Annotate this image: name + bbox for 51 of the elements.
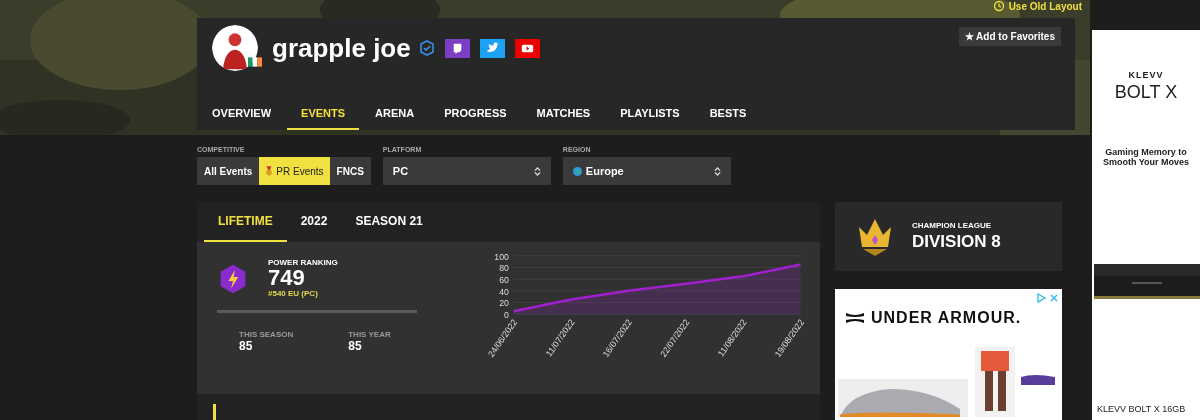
player-name: grapple joe (272, 32, 411, 64)
axis-label: 40 (499, 286, 509, 297)
history-icon (992, 0, 1005, 12)
platform-select[interactable]: PC (382, 157, 551, 185)
axis-label: 80 (499, 263, 509, 274)
power-ranking-value: 749 (268, 267, 306, 289)
play-icon[interactable] (514, 38, 540, 58)
period-tab[interactable]: SEASON 21 (341, 202, 437, 242)
lightning-hexagon-icon (220, 264, 246, 294)
use-old-layout-link[interactable]: Use Old Layout (992, 0, 1082, 12)
stat-value: 85 (348, 339, 363, 353)
sort-arrows-icon (533, 165, 541, 177)
event-filter-button[interactable]: PR Events (259, 157, 330, 185)
axis-label: 60 (499, 275, 509, 286)
region-select[interactable]: Europe (562, 157, 731, 185)
event-filter-button[interactable]: All Events (197, 157, 260, 185)
league-label: CHAMPION LEAGUE (912, 221, 993, 230)
tagline: Gaming Memory to (1105, 147, 1187, 157)
brand-name: KLEVV (1128, 70, 1164, 80)
brand-name: UNDER ARMOUR. (871, 309, 1022, 327)
stat-label: THIS SEASON (239, 330, 294, 339)
verified-icon (418, 40, 435, 56)
stat-label: THIS YEAR (348, 330, 391, 339)
period-tab[interactable]: 2022 (286, 202, 342, 242)
stat-value: 85 (239, 339, 254, 353)
flag-icon (248, 57, 262, 67)
rank-text: #540 EU (PC) (268, 289, 319, 298)
sort-arrows-icon (713, 165, 721, 177)
axis-label: 0 (504, 310, 509, 321)
nav-tab[interactable]: OVERVIEW (212, 99, 272, 130)
avatar (212, 25, 258, 71)
product-caption: KLEVV BOLT X 16GB (1097, 404, 1186, 414)
event-filter-button[interactable]: FNCS (329, 157, 371, 185)
bird-icon[interactable] (479, 38, 505, 58)
axis-label: 100 (494, 251, 509, 262)
nav-tab[interactable]: PLAYLISTS (620, 99, 680, 130)
nav-tab[interactable]: PROGRESS (444, 99, 507, 130)
add-to-favorites-button[interactable]: ★ Add to Favorites (958, 27, 1061, 46)
power-ranking-label: POWER RANKING (268, 258, 338, 267)
medal-icon (265, 166, 274, 176)
product-name: BOLT X (1114, 82, 1178, 103)
twitch-icon[interactable] (444, 38, 470, 58)
nav-tab[interactable]: ARENA (375, 99, 415, 130)
globe-icon (572, 166, 582, 176)
nav-tab[interactable]: BESTS (709, 99, 747, 130)
brand-logo-icon (845, 312, 865, 324)
axis-label: 20 (499, 298, 509, 309)
division-label: DIVISION 8 (912, 232, 1001, 252)
nav-tab[interactable]: MATCHES (536, 99, 591, 130)
tagline: Smooth Your Moves (1102, 157, 1190, 167)
nav-tab[interactable]: EVENTS (287, 99, 360, 130)
